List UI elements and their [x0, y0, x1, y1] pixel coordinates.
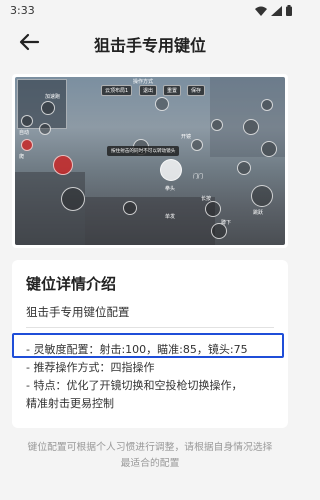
game-button	[211, 119, 223, 131]
game-button	[21, 139, 33, 151]
footer-note-line: 最适合的配置	[120, 458, 180, 469]
status-time: 3:33	[10, 4, 35, 17]
details-card: 键位详情介绍 狙击手专用键位配置 - 灵敏度配置：射击:100，瞄准:85，镜头…	[12, 260, 288, 428]
crosshair-button	[160, 159, 182, 181]
preview-button: 退出	[139, 85, 158, 96]
game-button	[123, 201, 137, 215]
game-button	[191, 139, 203, 151]
divider	[26, 327, 274, 328]
sensitivity-line: - 灵敏度配置：射击:100，瞄准:85，镜头:75	[26, 343, 248, 356]
preview-label: 爬	[19, 154, 25, 160]
signal-icon	[271, 5, 282, 16]
footer-note: 键位配置可根据个人习惯进行调整，请根据自身情况选择 最适合的配置	[10, 440, 290, 472]
game-button	[155, 97, 169, 111]
game-button	[243, 119, 259, 135]
details-subtitle: 狙击手专用键位配置	[26, 305, 130, 319]
preview-button: 重置	[163, 85, 182, 96]
game-button	[205, 201, 221, 217]
game-button	[261, 141, 277, 157]
preview-label: 单发	[165, 214, 176, 220]
app-bar: 狙击手专用键位	[0, 22, 300, 62]
wifi-icon	[255, 6, 267, 16]
game-button	[39, 123, 51, 135]
page-title: 狙击手专用键位	[93, 36, 206, 55]
preview-tip: 按住射击的同时不可以转动镜头	[107, 146, 180, 156]
footer-note-line: 键位配置可根据个人习惯进行调整，请根据自身情况选择	[27, 442, 273, 453]
status-icons	[255, 5, 292, 16]
preview-label: 拳头	[165, 186, 176, 192]
preview-button: 云顶布局1	[101, 85, 133, 96]
key-layout-screenshot: 操作方式 云顶布局1 退出 重置 保存 按住射击的同时不可以转动镜头 开镜 门门…	[15, 77, 285, 245]
battery-icon	[286, 5, 292, 16]
preview-label: 开镜	[181, 134, 192, 140]
game-button	[41, 101, 55, 115]
feature-line-continued: 精准射击更易控制	[26, 397, 114, 410]
preview-caption: 操作方式	[133, 79, 154, 85]
status-bar: 3:33	[0, 0, 300, 22]
operation-line: - 推荐操作方式：四指操作	[26, 361, 155, 374]
game-button	[21, 115, 33, 127]
game-button	[251, 185, 273, 207]
fire-button	[53, 155, 73, 175]
preview-label: 门门	[193, 174, 204, 180]
preview-label: 长按	[201, 196, 212, 202]
game-button	[261, 99, 273, 111]
preview-label: 自动	[19, 130, 30, 136]
preview-button: 保存	[187, 85, 206, 96]
preview-card: 操作方式 云顶布局1 退出 重置 保存 按住射击的同时不可以转动镜头 开镜 门门…	[12, 74, 288, 248]
preview-label: 加速跑	[45, 94, 61, 100]
details-list: - 灵敏度配置：射击:100，瞄准:85，镜头:75 - 推荐操作方式：四指操作…	[26, 341, 282, 413]
preview-label: 跳跃	[253, 210, 264, 216]
joystick	[61, 187, 85, 211]
preview-label: 蹲下	[221, 220, 232, 226]
game-button	[237, 161, 251, 175]
feature-line: - 特点：优化了开镜切换和空投枪切换操作，	[26, 379, 243, 392]
details-title: 键位详情介绍	[26, 275, 117, 293]
